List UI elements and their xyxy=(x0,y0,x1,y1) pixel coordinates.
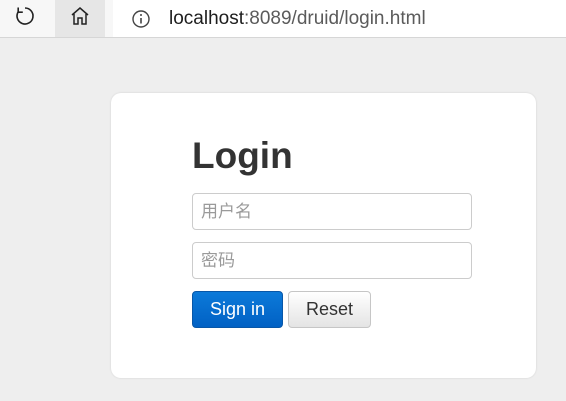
info-icon[interactable] xyxy=(131,9,151,29)
address-bar[interactable]: localhost:8089/druid/login.html xyxy=(113,0,566,37)
username-input[interactable] xyxy=(192,193,472,230)
reload-icon xyxy=(14,5,36,32)
home-icon xyxy=(69,5,91,32)
url-path: :8089/druid/login.html xyxy=(244,7,426,29)
reset-button[interactable]: Reset xyxy=(288,291,371,328)
login-title: Login xyxy=(192,135,293,176)
home-button[interactable] xyxy=(55,0,105,37)
sign-in-button[interactable]: Sign in xyxy=(192,291,283,328)
password-input[interactable] xyxy=(192,242,472,279)
browser-toolbar: localhost:8089/druid/login.html xyxy=(0,0,566,38)
login-card: Login Sign in Reset xyxy=(111,93,536,378)
url-host: localhost xyxy=(169,7,244,29)
url-text: localhost:8089/druid/login.html xyxy=(169,8,426,30)
reload-button[interactable] xyxy=(0,0,50,37)
